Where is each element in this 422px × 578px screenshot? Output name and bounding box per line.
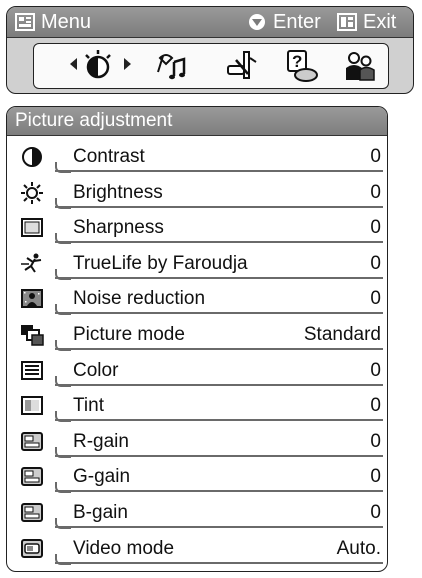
exit-label: Exit <box>363 10 397 33</box>
menu-item-r-gain[interactable]: R-gain 0 <box>7 426 387 462</box>
item-underline <box>55 446 383 458</box>
item-underline <box>55 375 383 387</box>
menu-item-noise-reduction[interactable]: Noise reduction 0 <box>7 283 387 319</box>
menu-item-value: Auto. <box>336 537 381 559</box>
menu-item-g-gain[interactable]: G-gain 0 <box>7 461 387 497</box>
menu-item-value: 0 <box>370 501 381 523</box>
g-gain-icon <box>21 467 43 487</box>
sharpness-icon <box>21 218 43 238</box>
menu-header: Menu Enter Exit <box>7 7 413 38</box>
menu-item-label: B-gain <box>73 501 128 523</box>
adjustment-list: Contrast 0 Brightness 0 Sharpness 0 True… <box>7 141 387 568</box>
enter-button[interactable]: Enter <box>247 7 321 37</box>
item-underline <box>55 162 383 173</box>
menu-item-picture-mode[interactable]: Picture mode Standard <box>7 319 387 355</box>
users-icon[interactable] <box>342 48 378 84</box>
tint-icon <box>21 396 43 416</box>
menu-item-label: Tint <box>73 395 104 417</box>
menu-title: Menu <box>41 10 92 33</box>
menu-item-value: 0 <box>370 252 381 274</box>
menu-item-value: 0 <box>370 395 381 417</box>
svg-text:?: ? <box>292 52 302 71</box>
menu-item-value: 0 <box>370 146 381 167</box>
item-underline <box>55 482 383 494</box>
brightness-icon <box>21 181 43 204</box>
menu-item-label: R-gain <box>73 430 129 452</box>
panel-title: Picture adjustment <box>7 107 387 136</box>
menu-title-group: Menu <box>15 7 91 37</box>
menu-item-color[interactable]: Color 0 <box>7 355 387 391</box>
menu-item-value: Standard <box>303 323 381 345</box>
sound-icon[interactable] <box>154 48 190 84</box>
menu-item-label: Sharpness <box>73 217 164 239</box>
r-gain-icon <box>21 431 43 451</box>
menu-item-label: Contrast <box>73 146 145 167</box>
arrow-right-icon[interactable] <box>124 58 131 70</box>
arrow-left-icon[interactable] <box>70 58 77 70</box>
menu-item-value: 0 <box>370 430 381 452</box>
setup-icon[interactable] <box>224 48 260 84</box>
contrast-icon <box>22 147 42 167</box>
menu-icon <box>15 13 35 31</box>
menu-item-brightness[interactable]: Brightness 0 <box>7 177 387 213</box>
item-underline <box>55 339 383 351</box>
b-gain-icon <box>21 502 43 522</box>
menu-item-value: 0 <box>370 359 381 381</box>
menu-panel: Menu Enter Exit ? <box>6 6 414 94</box>
enter-down-icon <box>249 14 265 30</box>
item-underline <box>55 268 383 280</box>
item-underline <box>55 517 383 529</box>
menu-item-tint[interactable]: Tint 0 <box>7 390 387 426</box>
item-underline <box>55 197 383 209</box>
item-underline <box>55 553 383 565</box>
menu-item-value: 0 <box>370 288 381 310</box>
menu-item-truelife[interactable]: TrueLife by Faroudja 0 <box>7 248 387 284</box>
menu-item-label: Video mode <box>73 537 175 559</box>
item-underline <box>55 411 383 423</box>
truelife-icon <box>21 253 42 273</box>
menu-item-label: Noise reduction <box>73 288 206 310</box>
picture-adjustment-panel: Picture adjustment Contrast 0 Brightness… <box>6 106 388 572</box>
menu-item-label: TrueLife by Faroudja <box>73 252 248 274</box>
menu-item-value: 0 <box>370 181 381 203</box>
exit-button[interactable]: Exit <box>337 7 396 37</box>
video-mode-icon <box>21 538 43 558</box>
menu-icon-strip: ? <box>33 43 389 89</box>
menu-item-value: 0 <box>370 217 381 239</box>
menu-item-label: Picture mode <box>73 323 185 345</box>
menu-item-contrast[interactable]: Contrast 0 <box>7 141 387 177</box>
menu-item-label: Brightness <box>73 181 163 203</box>
menu-item-sharpness[interactable]: Sharpness 0 <box>7 212 387 248</box>
item-underline <box>55 304 383 316</box>
color-icon <box>21 360 43 380</box>
enter-label: Enter <box>273 10 321 33</box>
exit-icon <box>337 13 357 31</box>
item-underline <box>55 233 383 245</box>
menu-item-video-mode[interactable]: Video mode Auto. <box>7 533 387 569</box>
noise-reduction-icon <box>21 289 43 309</box>
picture-icon[interactable] <box>80 48 116 84</box>
menu-item-label: Color <box>73 359 119 381</box>
menu-item-label: G-gain <box>73 466 131 488</box>
menu-item-b-gain[interactable]: B-gain 0 <box>7 497 387 533</box>
help-icon[interactable]: ? <box>284 48 320 84</box>
menu-item-value: 0 <box>370 466 381 488</box>
picture-mode-icon <box>21 324 44 346</box>
